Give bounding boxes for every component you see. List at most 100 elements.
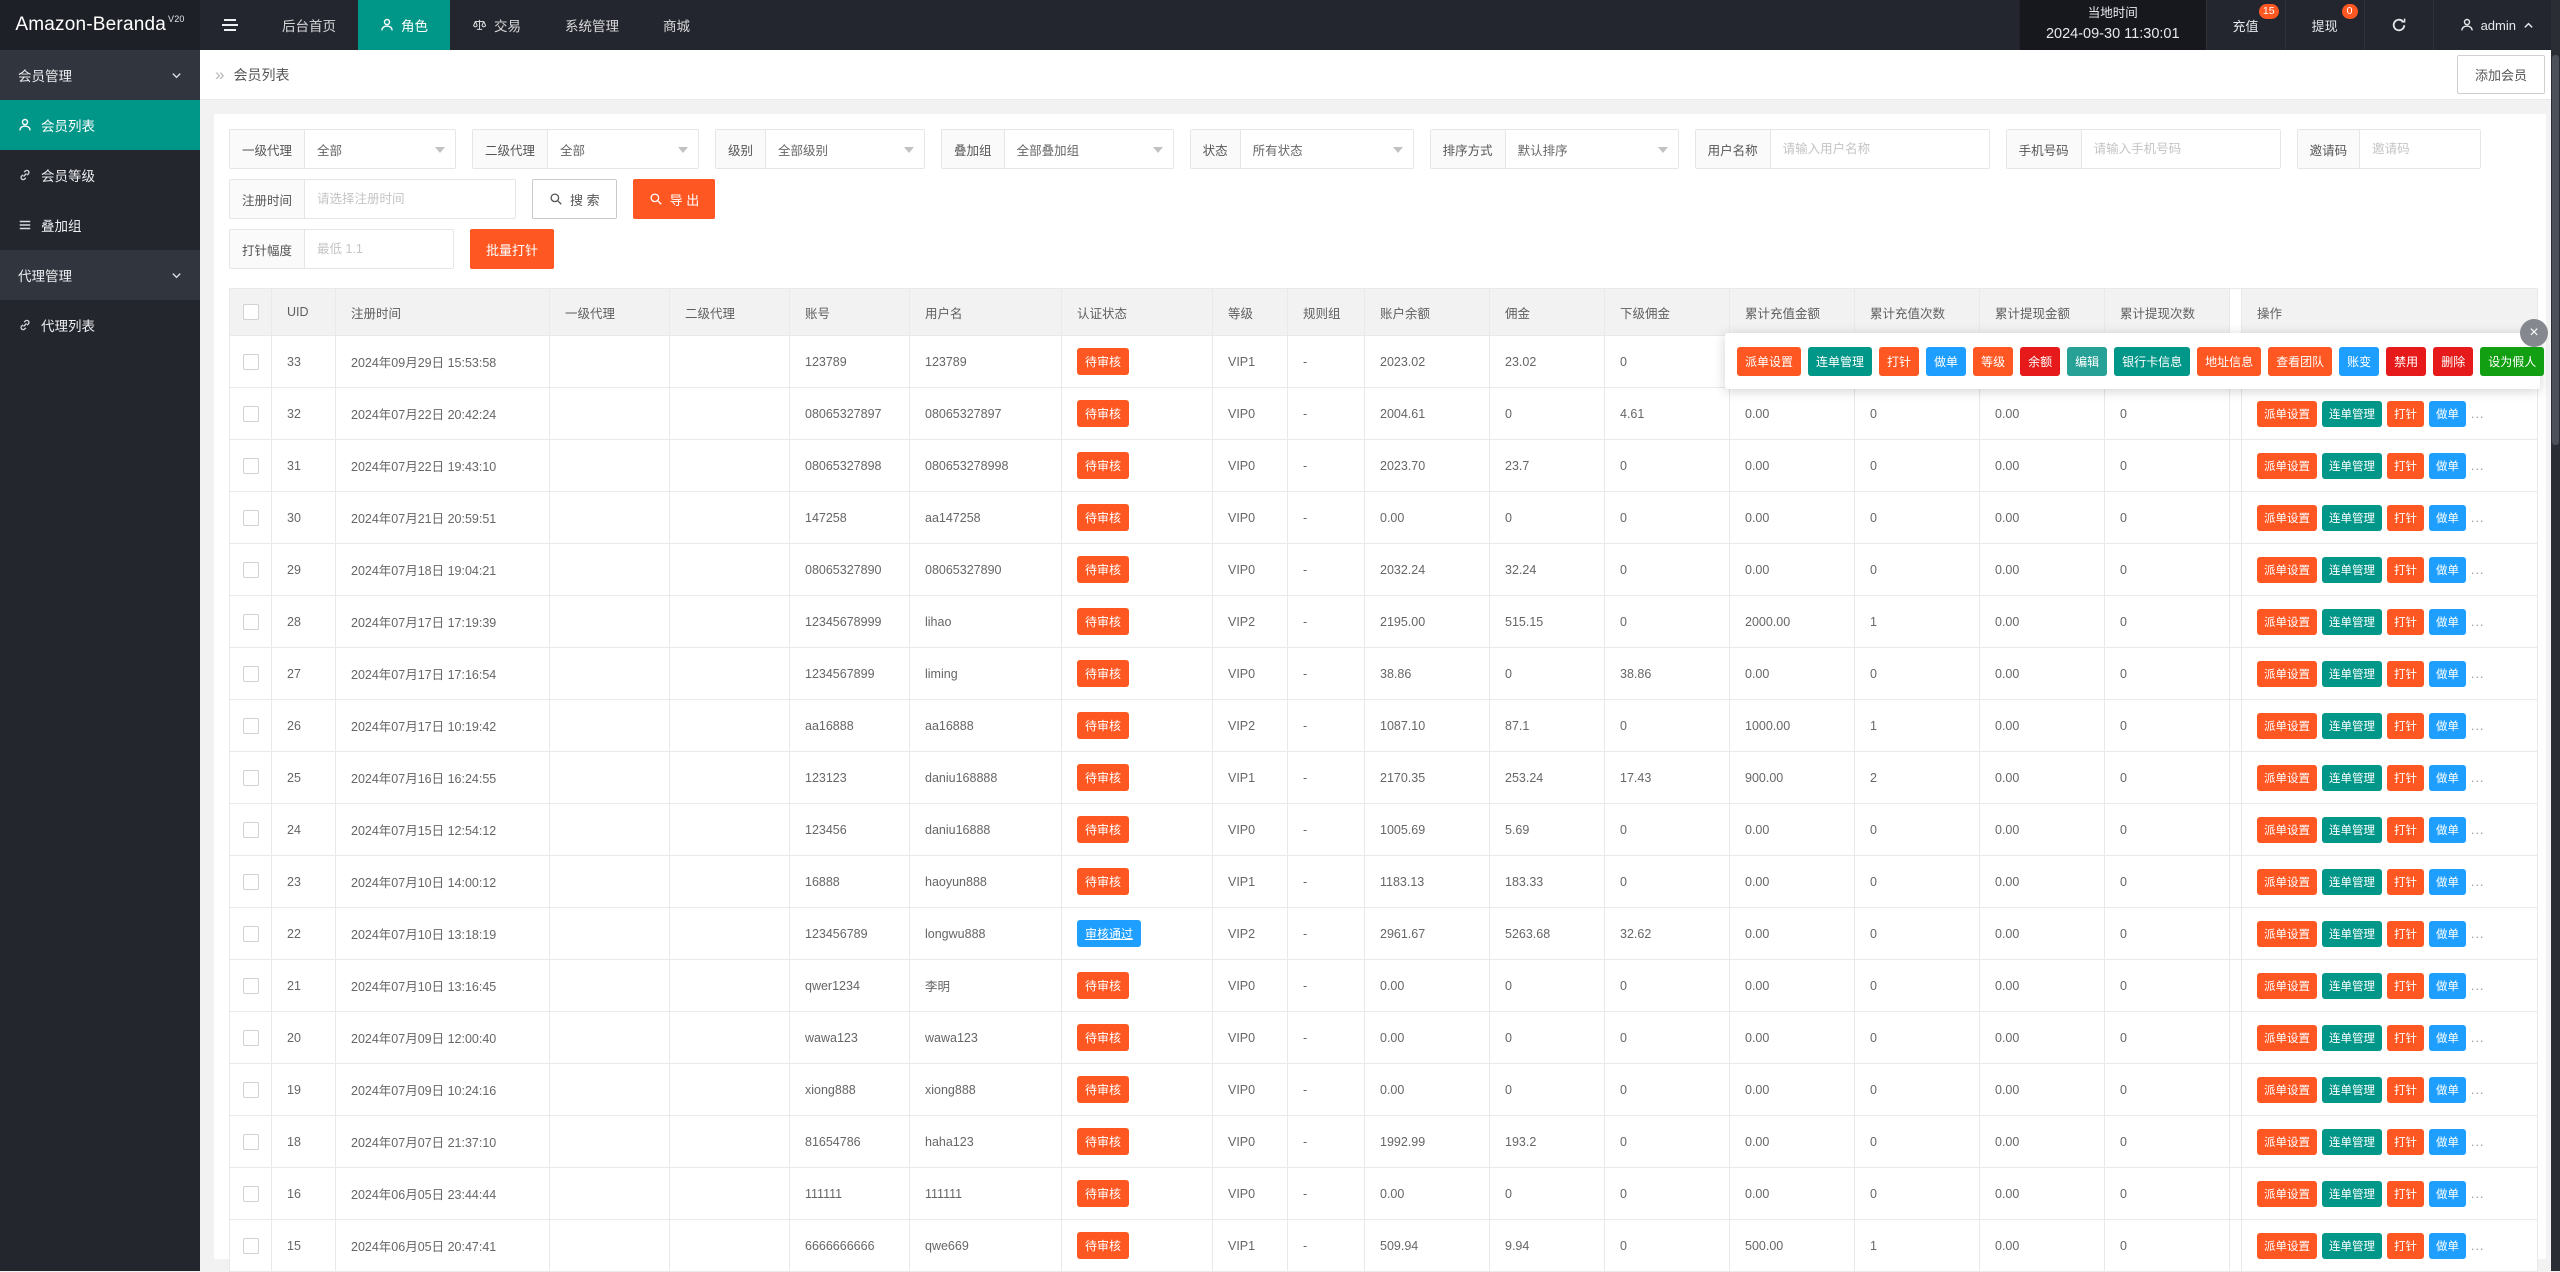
chain-order-management-button[interactable]: 连单管理 bbox=[2322, 1025, 2382, 1051]
status-badge[interactable]: 待审核 bbox=[1077, 1128, 1129, 1155]
chain-order-management-button[interactable]: 连单管理 bbox=[2322, 817, 2382, 843]
status-badge[interactable]: 待审核 bbox=[1077, 868, 1129, 895]
make-order-button[interactable]: 做单 bbox=[2429, 1181, 2466, 1207]
inject-button[interactable]: 打针 bbox=[2387, 1025, 2424, 1051]
invite-code-input[interactable] bbox=[2360, 130, 2480, 168]
chain-order-management-button[interactable]: 连单管理 bbox=[1808, 347, 1872, 376]
withdraw-button[interactable]: 提现 0 bbox=[2285, 0, 2364, 50]
status-badge[interactable]: 待审核 bbox=[1077, 1232, 1129, 1259]
inject-button[interactable]: 打针 bbox=[2387, 869, 2424, 895]
row-checkbox[interactable] bbox=[243, 718, 259, 734]
status-badge[interactable]: 待审核 bbox=[1077, 1180, 1129, 1207]
row-checkbox[interactable] bbox=[243, 1186, 259, 1202]
row-checkbox[interactable] bbox=[243, 614, 259, 630]
dispatch-settings-button[interactable]: 派单设置 bbox=[2257, 973, 2317, 999]
status-badge[interactable]: 待审核 bbox=[1077, 556, 1129, 583]
inject-button[interactable]: 打针 bbox=[2387, 973, 2424, 999]
make-order-button[interactable]: 做单 bbox=[2429, 973, 2466, 999]
row-checkbox[interactable] bbox=[243, 1030, 259, 1046]
level-select[interactable]: 全部级别 bbox=[766, 130, 924, 168]
inject-button[interactable]: 打针 bbox=[2387, 453, 2424, 479]
row-checkbox[interactable] bbox=[243, 1134, 259, 1150]
delete-button[interactable]: 删除 bbox=[2433, 347, 2473, 376]
inject-button[interactable]: 打针 bbox=[2387, 1181, 2424, 1207]
inject-button[interactable]: 打针 bbox=[2387, 921, 2424, 947]
make-order-button[interactable]: 做单 bbox=[2429, 713, 2466, 739]
chain-order-management-button[interactable]: 连单管理 bbox=[2322, 661, 2382, 687]
bank-card-info-button[interactable]: 银行卡信息 bbox=[2114, 347, 2190, 376]
close-icon[interactable]: × bbox=[2520, 319, 2548, 347]
chain-order-management-button[interactable]: 连单管理 bbox=[2322, 557, 2382, 583]
user-menu[interactable]: admin bbox=[2433, 0, 2560, 50]
nav-item-dashboard[interactable]: 后台首页 bbox=[260, 0, 358, 50]
chain-order-management-button[interactable]: 连单管理 bbox=[2322, 869, 2382, 895]
inject-button[interactable]: 打针 bbox=[2387, 505, 2424, 531]
chain-order-management-button[interactable]: 连单管理 bbox=[2322, 765, 2382, 791]
dispatch-settings-button[interactable]: 派单设置 bbox=[2257, 921, 2317, 947]
inject-button[interactable]: 打针 bbox=[2387, 1129, 2424, 1155]
select-all-checkbox[interactable] bbox=[243, 304, 259, 320]
inject-button[interactable]: 打针 bbox=[2387, 817, 2424, 843]
balance-button[interactable]: 余额 bbox=[2020, 347, 2060, 376]
row-checkbox[interactable] bbox=[243, 458, 259, 474]
sidebar-item-member-level[interactable]: 会员等级 bbox=[0, 150, 200, 200]
inject-button[interactable]: 打针 bbox=[2387, 713, 2424, 739]
chain-order-management-button[interactable]: 连单管理 bbox=[2322, 1077, 2382, 1103]
more-actions-button[interactable]: ... bbox=[2471, 1239, 2484, 1253]
chain-order-management-button[interactable]: 连单管理 bbox=[2322, 401, 2382, 427]
row-checkbox[interactable] bbox=[243, 978, 259, 994]
dispatch-settings-button[interactable]: 派单设置 bbox=[2257, 869, 2317, 895]
set-fake-user-button[interactable]: 设为假人 bbox=[2480, 347, 2544, 376]
needle-range-input[interactable] bbox=[305, 230, 453, 268]
chain-order-management-button[interactable]: 连单管理 bbox=[2322, 1233, 2382, 1259]
row-checkbox[interactable] bbox=[243, 510, 259, 526]
dispatch-settings-button[interactable]: 派单设置 bbox=[2257, 1077, 2317, 1103]
make-order-button[interactable]: 做单 bbox=[2429, 609, 2466, 635]
register-time-input[interactable] bbox=[305, 180, 515, 218]
make-order-button[interactable]: 做单 bbox=[2429, 921, 2466, 947]
dispatch-settings-button[interactable]: 派单设置 bbox=[2257, 713, 2317, 739]
dispatch-settings-button[interactable]: 派单设置 bbox=[2257, 1025, 2317, 1051]
row-checkbox[interactable] bbox=[243, 822, 259, 838]
edit-button[interactable]: 编辑 bbox=[2067, 347, 2107, 376]
status-badge[interactable]: 待审核 bbox=[1077, 400, 1129, 427]
recharge-button[interactable]: 充值 15 bbox=[2206, 0, 2285, 50]
batch-inject-button[interactable]: 批量打针 bbox=[470, 229, 554, 269]
chain-order-management-button[interactable]: 连单管理 bbox=[2322, 609, 2382, 635]
make-order-button[interactable]: 做单 bbox=[2429, 1129, 2466, 1155]
hamburger-icon[interactable] bbox=[200, 0, 260, 50]
make-order-button[interactable]: 做单 bbox=[2429, 661, 2466, 687]
chain-order-management-button[interactable]: 连单管理 bbox=[2322, 505, 2382, 531]
inject-button[interactable]: 打针 bbox=[2387, 1233, 2424, 1259]
more-actions-button[interactable]: ... bbox=[2471, 1083, 2484, 1097]
sidebar-item-member-management[interactable]: 会员管理 bbox=[0, 50, 200, 100]
inject-button[interactable]: 打针 bbox=[2387, 557, 2424, 583]
status-badge[interactable]: 待审核 bbox=[1077, 712, 1129, 739]
chain-order-management-button[interactable]: 连单管理 bbox=[2322, 973, 2382, 999]
make-order-button[interactable]: 做单 bbox=[2429, 453, 2466, 479]
status-badge[interactable]: 审核通过 bbox=[1077, 920, 1141, 947]
nav-item-mall[interactable]: 商城 bbox=[641, 0, 712, 50]
make-order-button[interactable]: 做单 bbox=[2429, 1077, 2466, 1103]
dispatch-settings-button[interactable]: 派单设置 bbox=[2257, 661, 2317, 687]
address-info-button[interactable]: 地址信息 bbox=[2197, 347, 2261, 376]
agent1-select[interactable]: 全部 bbox=[305, 130, 455, 168]
row-checkbox[interactable] bbox=[243, 354, 259, 370]
dispatch-settings-button[interactable]: 派单设置 bbox=[2257, 609, 2317, 635]
make-order-button[interactable]: 做单 bbox=[2429, 557, 2466, 583]
dispatch-settings-button[interactable]: 派单设置 bbox=[2257, 817, 2317, 843]
row-checkbox[interactable] bbox=[243, 1082, 259, 1098]
row-checkbox[interactable] bbox=[243, 1238, 259, 1254]
row-checkbox[interactable] bbox=[243, 406, 259, 422]
dispatch-settings-button[interactable]: 派单设置 bbox=[2257, 1233, 2317, 1259]
more-actions-button[interactable]: ... bbox=[2471, 823, 2484, 837]
sidebar-item-stack-group[interactable]: 叠加组 bbox=[0, 200, 200, 250]
more-actions-button[interactable]: ... bbox=[2471, 1187, 2484, 1201]
make-order-button[interactable]: 做单 bbox=[2429, 401, 2466, 427]
sidebar-item-agent-list[interactable]: 代理列表 bbox=[0, 300, 200, 350]
status-badge[interactable]: 待审核 bbox=[1077, 608, 1129, 635]
status-badge[interactable]: 待审核 bbox=[1077, 1024, 1129, 1051]
chain-order-management-button[interactable]: 连单管理 bbox=[2322, 1181, 2382, 1207]
account-change-button[interactable]: 账变 bbox=[2339, 347, 2379, 376]
status-badge[interactable]: 待审核 bbox=[1077, 504, 1129, 531]
